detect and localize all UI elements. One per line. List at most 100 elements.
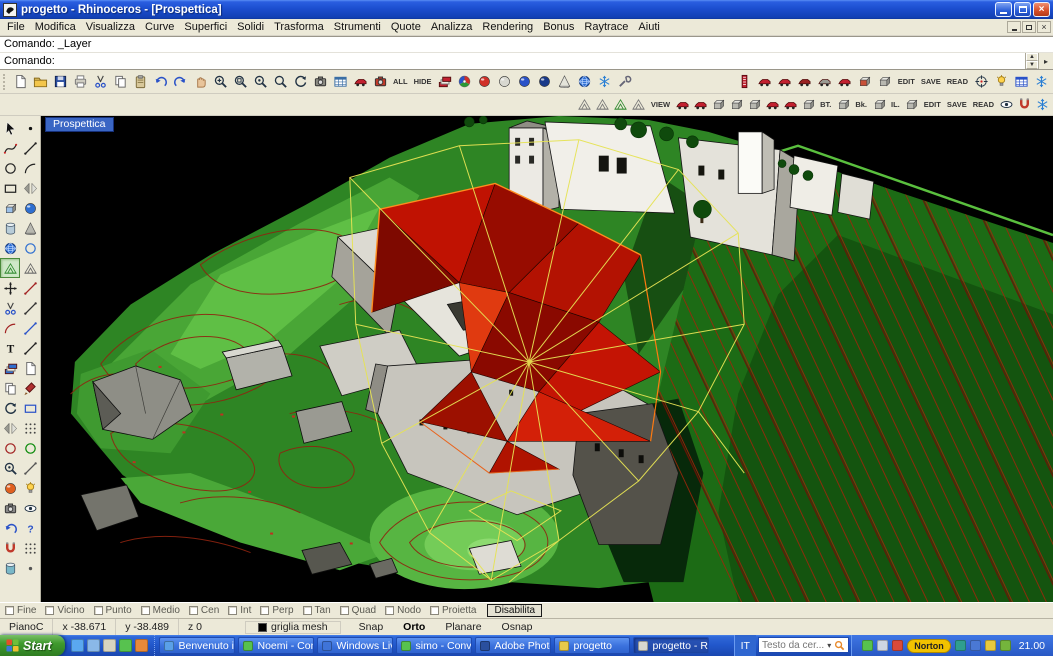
osnap-int[interactable]: Int (228, 605, 251, 616)
cube-gray-button[interactable] (875, 72, 895, 92)
paste-button[interactable] (130, 72, 150, 92)
car-row2-3-button[interactable] (763, 96, 781, 114)
statusbar-toggle-planare[interactable]: Planare (435, 621, 491, 633)
quicklaunch-outlook-icon[interactable] (87, 639, 100, 652)
mesh-c-button[interactable] (630, 96, 648, 114)
mesh-tool[interactable] (0, 258, 20, 278)
surface-box-tool[interactable] (0, 198, 20, 218)
norton-tray-badge[interactable]: Norton (907, 639, 951, 653)
named-view-button[interactable] (310, 72, 330, 92)
quicklaunch-show-desktop-icon[interactable] (103, 639, 116, 652)
select-tool[interactable] (0, 118, 20, 138)
current-layer-chip[interactable]: griglia mesh (245, 621, 341, 634)
mirror-tool[interactable] (20, 178, 40, 198)
taskbar-task-progetto-folder[interactable]: progetto (554, 637, 630, 654)
car-row2-1-button[interactable] (673, 96, 691, 114)
osnap-fine[interactable]: Fine (5, 605, 36, 616)
pan-button[interactable] (190, 72, 210, 92)
osnap-vicino[interactable]: Vicino (45, 605, 84, 616)
array-tool[interactable] (20, 418, 40, 438)
command-input[interactable] (57, 54, 1025, 68)
undo-button[interactable] (150, 72, 170, 92)
disabilita-button[interactable]: Disabilita (487, 604, 542, 617)
camera-tool[interactable] (0, 498, 20, 518)
language-indicator[interactable]: IT (734, 635, 756, 656)
osnap-punto-checkbox[interactable] (94, 606, 103, 615)
osnap-vicino-checkbox[interactable] (45, 606, 54, 615)
child-close-button[interactable]: × (1037, 21, 1051, 33)
snowflake-2-button[interactable] (1031, 72, 1051, 92)
menu-item-superfici[interactable]: Superfici (179, 20, 232, 34)
desktop-search-input[interactable]: Testo da cer... (762, 640, 824, 651)
pipe-tool[interactable] (0, 558, 20, 578)
cube-row2-2-button[interactable] (727, 96, 745, 114)
save2-label[interactable]: SAVE (944, 100, 970, 109)
tray-update-icon[interactable] (985, 640, 996, 651)
globe-button[interactable] (575, 72, 595, 92)
show-tool[interactable] (20, 498, 40, 518)
paint-tool[interactable] (20, 378, 40, 398)
dimension-tool[interactable] (20, 338, 40, 358)
osnap-tan[interactable]: Tan (303, 605, 331, 616)
eye-button[interactable] (997, 96, 1015, 114)
cube-row2-3-button[interactable] (745, 96, 763, 114)
menu-item-raytrace[interactable]: Raytrace (579, 20, 633, 34)
menu-item-modifica[interactable]: Modifica (30, 20, 81, 34)
car-gray-button[interactable] (815, 72, 835, 92)
cut-button[interactable] (90, 72, 110, 92)
curve-tool[interactable] (0, 138, 20, 158)
menu-item-visualizza[interactable]: Visualizza (81, 20, 140, 34)
minimize-button[interactable] (995, 2, 1012, 17)
tray-msn-icon[interactable] (862, 640, 873, 651)
osnap-medio-checkbox[interactable] (141, 606, 150, 615)
menu-item-bonus[interactable]: Bonus (538, 20, 579, 34)
menu-item-quote[interactable]: Quote (386, 20, 426, 34)
tools-wrench-button[interactable] (615, 72, 635, 92)
zoom-selected-button[interactable] (250, 72, 270, 92)
help-tool[interactable]: ? (20, 518, 40, 538)
rectangle-tool[interactable] (0, 178, 20, 198)
perspective-viewport[interactable]: Prospettica (41, 116, 1053, 602)
child-restore-button[interactable] (1022, 21, 1036, 33)
cube-row2-6-button[interactable] (870, 96, 888, 114)
zoom-dynamic-button[interactable] (210, 72, 230, 92)
statusbar-toggle-orto[interactable]: Orto (393, 621, 435, 633)
proietta-checkbox[interactable] (430, 606, 439, 615)
menu-item-aiuti[interactable]: Aiuti (633, 20, 664, 34)
snowflake-button[interactable] (595, 72, 615, 92)
zoom-extents-button[interactable] (270, 72, 290, 92)
menu-item-solidi[interactable]: Solidi (232, 20, 269, 34)
rotate-view-button[interactable] (290, 72, 310, 92)
car-red-3-button[interactable] (795, 72, 815, 92)
circle-tool[interactable] (0, 158, 20, 178)
sphere-tool[interactable] (20, 198, 40, 218)
osnap-quad[interactable]: Quad (340, 605, 376, 616)
taskbar-task-windows-live[interactable]: Windows Liv... (317, 637, 393, 654)
quicklaunch-media-player-icon[interactable] (135, 639, 148, 652)
circle-red-tool[interactable] (0, 438, 20, 458)
tray-network-icon[interactable] (970, 640, 981, 651)
car-red-4-button[interactable] (835, 72, 855, 92)
taskbar-task-noemi[interactable]: Noemi - Con... (238, 637, 314, 654)
menu-item-curve[interactable]: Curve (140, 20, 179, 34)
trim-tool[interactable] (0, 298, 20, 318)
polyline-tool[interactable] (20, 138, 40, 158)
osnap-nodo[interactable]: Nodo (385, 605, 421, 616)
point-cloud-tool[interactable] (20, 558, 40, 578)
render-sphere-red-button[interactable] (475, 72, 495, 92)
render-sphere-blue-button[interactable] (515, 72, 535, 92)
snap-grid-tool[interactable] (20, 538, 40, 558)
fillet-tool[interactable] (0, 318, 20, 338)
circle-green-tool[interactable] (20, 438, 40, 458)
scale-tool[interactable] (20, 398, 40, 418)
viewport-title[interactable]: Prospettica (45, 117, 114, 132)
lamp-button[interactable] (991, 72, 1011, 92)
osnap-perp[interactable]: Perp (260, 605, 293, 616)
close-button[interactable]: × (1033, 2, 1050, 17)
magnet-tool[interactable] (0, 538, 20, 558)
taskbar-task-progetto-rhino[interactable]: progetto - R... (633, 637, 709, 654)
osnap-fine-checkbox[interactable] (5, 606, 14, 615)
rotate-tool[interactable] (0, 398, 20, 418)
measure-tool[interactable] (20, 458, 40, 478)
command-popout-button[interactable]: ▸ (1038, 53, 1053, 69)
